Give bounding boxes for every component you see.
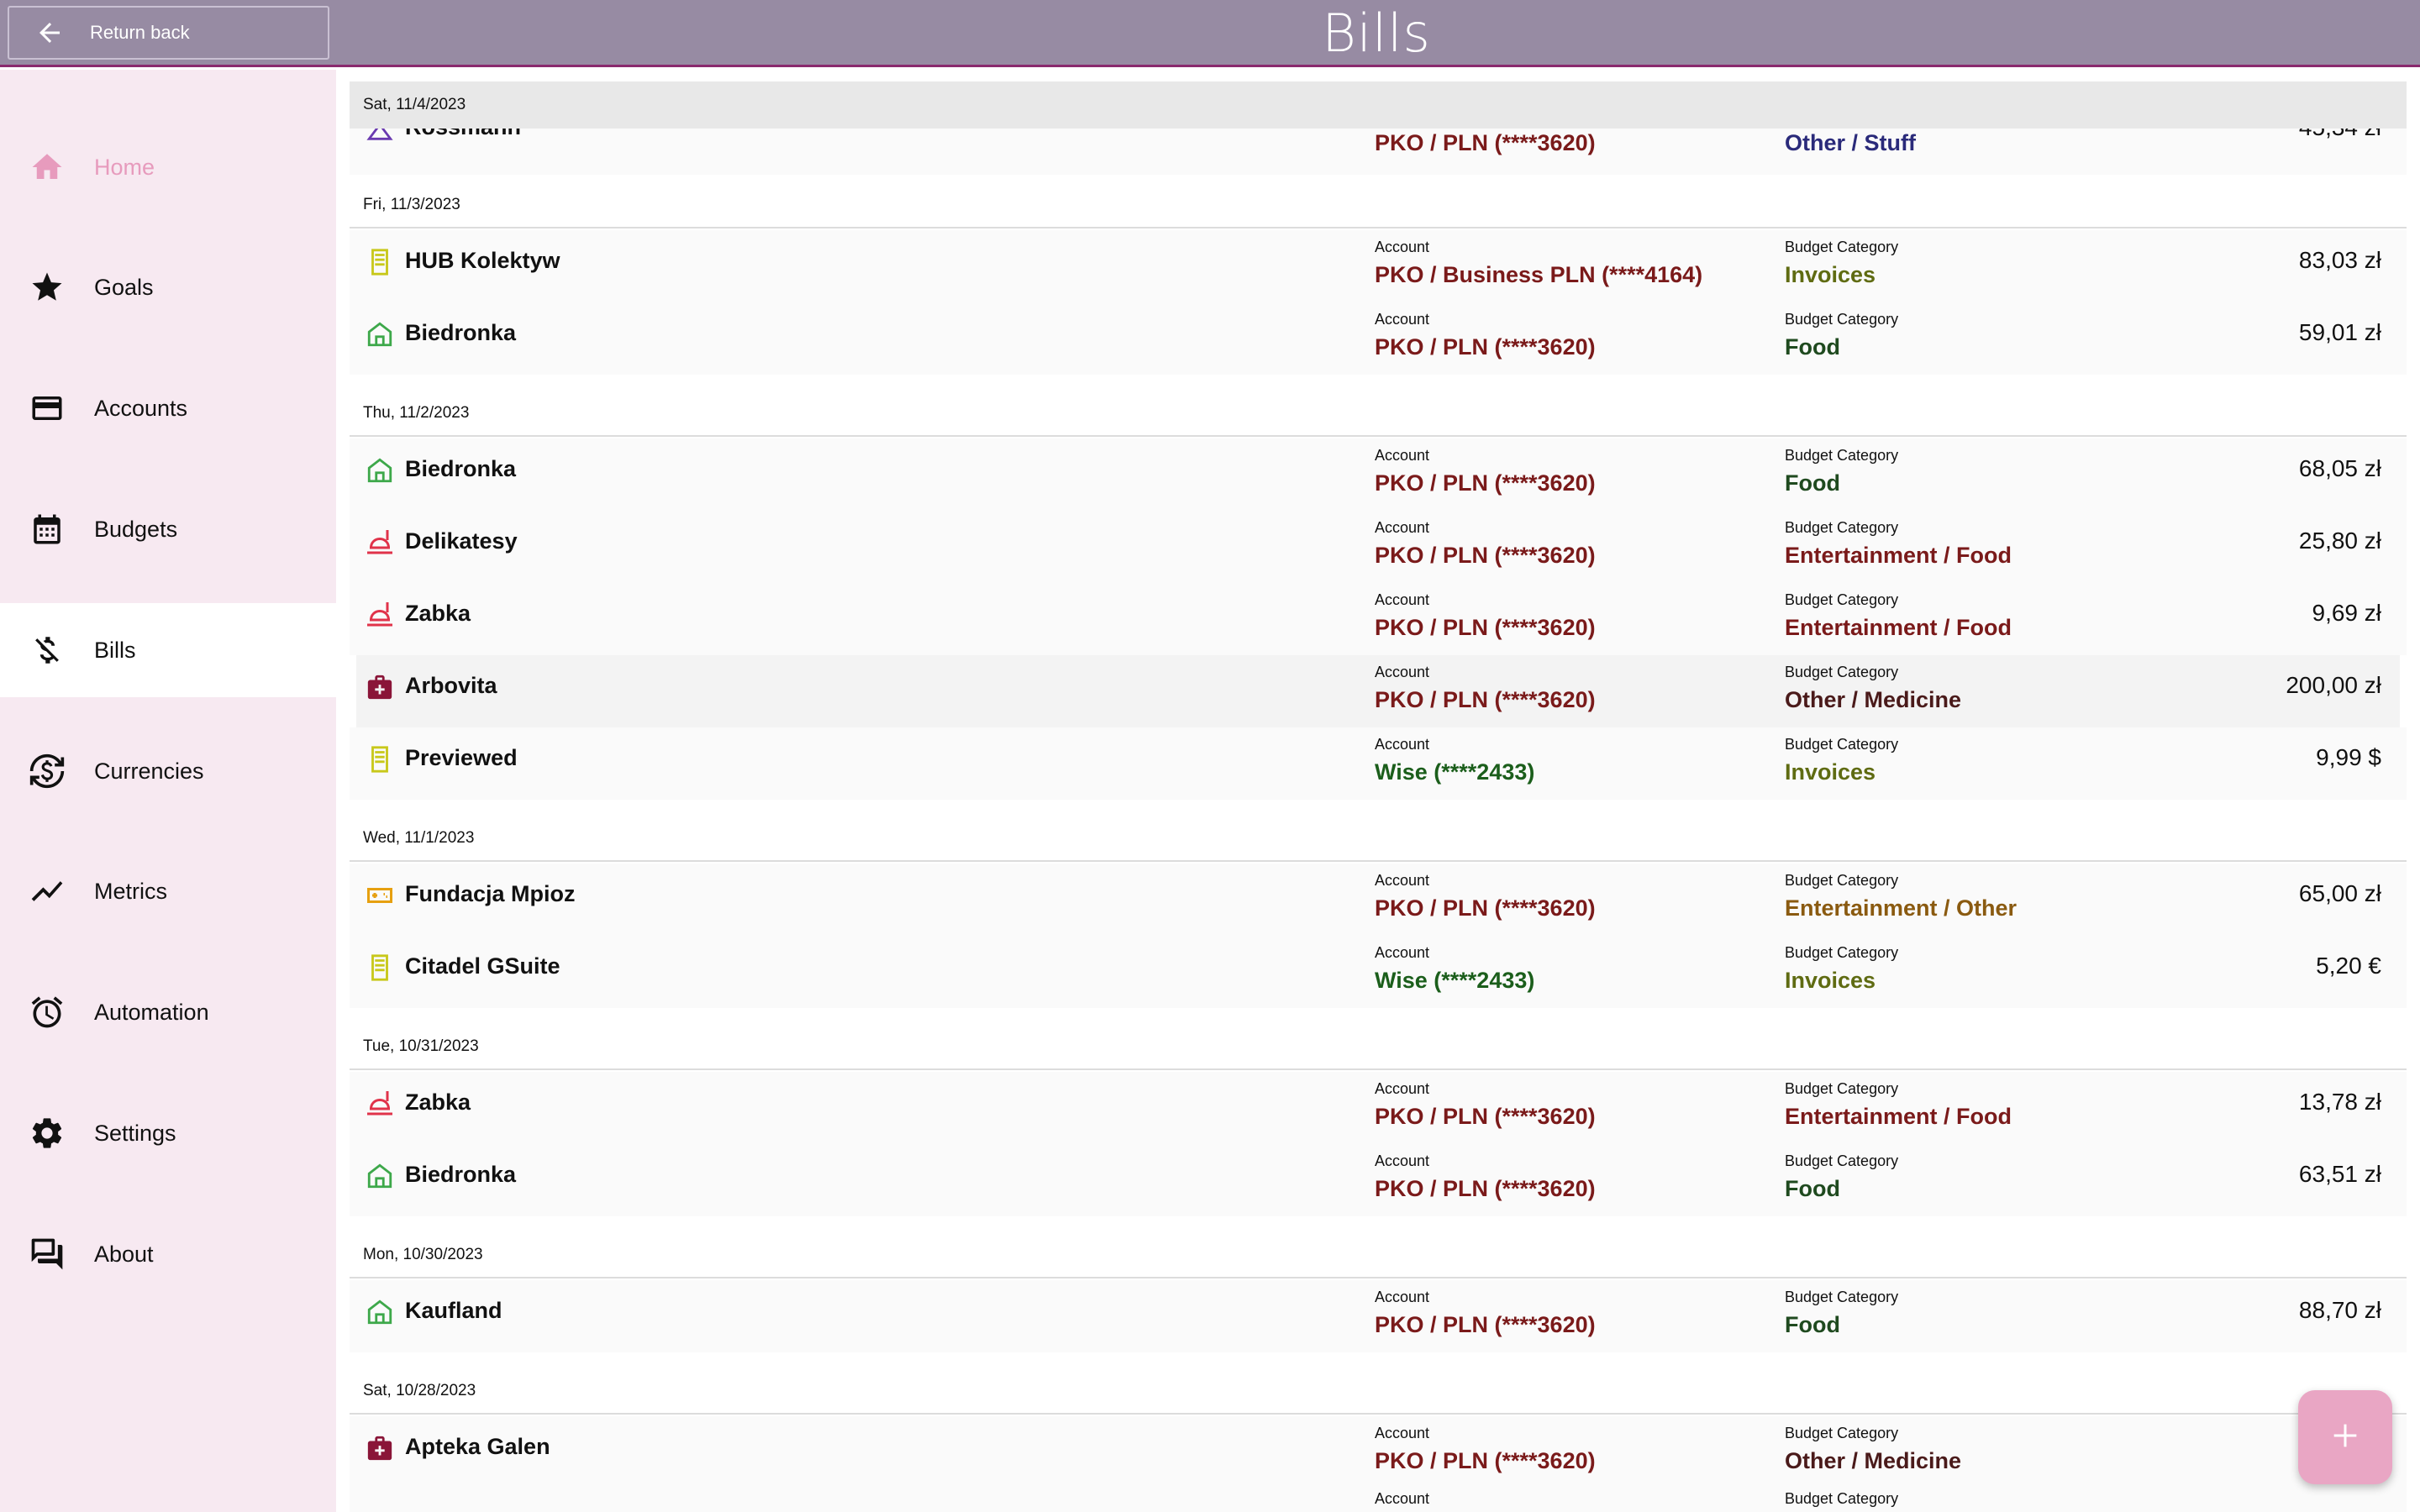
- sidebar-item-label: Home: [94, 154, 155, 180]
- forum-icon: [28, 1235, 66, 1273]
- sidebar-item-label: Currencies: [94, 758, 204, 784]
- sidebar: Home Goals Accounts Budgets Bills Curren…: [0, 70, 336, 1512]
- date-header: Sat, 10/28/2023: [350, 1368, 2407, 1415]
- date-header: Fri, 11/3/2023: [350, 181, 2407, 228]
- gamepad-icon: [365, 880, 395, 911]
- sidebar-item-budgets[interactable]: Budgets: [0, 482, 336, 576]
- sidebar-item-label: Budgets: [94, 516, 178, 542]
- list-item[interactable]: Biedronka Account PKO / PLN (****3620) B…: [350, 302, 2407, 375]
- sidebar-item-label: Accounts: [94, 395, 188, 421]
- sidebar-item-label: Bills: [94, 637, 136, 663]
- list-item[interactable]: Citadel GSuite Account Wise (****2433) B…: [350, 936, 2407, 1008]
- sidebar-item-metrics[interactable]: Metrics: [0, 844, 336, 938]
- list-item[interactable]: Kaufland Account PKO / PLN (****3620) Bu…: [350, 1280, 2407, 1352]
- date-header: Mon, 10/30/2023: [350, 1231, 2407, 1278]
- list-item[interactable]: HUB Kolektyw Account PKO / Business PLN …: [350, 230, 2407, 302]
- app-header: Return back Bills: [0, 0, 2420, 67]
- receipt-icon: [365, 247, 395, 277]
- list-item[interactable]: Fundacja Mpioz Account PKO / PLN (****36…: [350, 864, 2407, 936]
- medical-bag-icon: [365, 1433, 395, 1463]
- sidebar-item-goals[interactable]: Goals: [0, 240, 336, 334]
- star-icon: [28, 268, 66, 307]
- sidebar-item-label: Settings: [94, 1120, 176, 1146]
- sidebar-item-bills[interactable]: Bills: [0, 603, 336, 697]
- sidebar-item-currencies[interactable]: Currencies: [0, 724, 336, 818]
- date-header: Tue, 10/31/2023: [350, 1023, 2407, 1070]
- sidebar-item-label: Goals: [94, 274, 154, 300]
- credit-card-icon: [28, 389, 66, 428]
- list-item[interactable]: Delikatesy Account PKO / PLN (****3620) …: [350, 511, 2407, 583]
- currency-exchange-icon: [28, 752, 66, 790]
- store-icon: [365, 1161, 395, 1191]
- date-header: Wed, 11/1/2023: [350, 815, 2407, 862]
- store-icon: [365, 1297, 395, 1327]
- store-icon: [365, 455, 395, 486]
- add-bill-button[interactable]: [2298, 1390, 2392, 1484]
- alarm-icon: [28, 993, 66, 1032]
- bills-list: Rossmann PKO / PLN (****3620) Other / St…: [350, 70, 2407, 1512]
- gear-icon: [28, 1114, 66, 1152]
- receipt-icon: [365, 744, 395, 774]
- list-item[interactable]: Previewed Account Wise (****2433) Budget…: [350, 727, 2407, 800]
- home-icon: [28, 148, 66, 186]
- sidebar-item-home[interactable]: Home: [0, 120, 336, 214]
- sticky-date-header: Sat, 11/4/2023: [350, 81, 2407, 129]
- list-item[interactable]: Apteka Galen Account PKO / PLN (****3620…: [350, 1416, 2407, 1488]
- restaurant-icon: [365, 1089, 395, 1119]
- sidebar-item-label: Automation: [94, 999, 209, 1025]
- list-item[interactable]: Account Budget Category: [350, 1488, 2407, 1512]
- store-icon: [365, 319, 395, 349]
- calendar-icon: [28, 510, 66, 549]
- sidebar-item-settings[interactable]: Settings: [0, 1086, 336, 1180]
- medical-bag-icon: [365, 672, 395, 702]
- sidebar-item-automation[interactable]: Automation: [0, 965, 336, 1059]
- sidebar-item-about[interactable]: About: [0, 1207, 336, 1301]
- list-item[interactable]: Arbovita Account PKO / PLN (****3620) Bu…: [356, 655, 2400, 727]
- list-item[interactable]: Biedronka Account PKO / PLN (****3620) B…: [350, 438, 2407, 511]
- sidebar-item-label: Metrics: [94, 878, 167, 904]
- plus-icon: [2328, 1419, 2362, 1457]
- sidebar-item-accounts[interactable]: Accounts: [0, 361, 336, 455]
- sidebar-item-label: About: [94, 1241, 154, 1267]
- trending-icon: [28, 872, 66, 911]
- list-item[interactable]: Zabka Account PKO / PLN (****3620) Budge…: [350, 1072, 2407, 1144]
- page-title: Bills: [1322, 3, 1431, 64]
- date-header: Thu, 11/2/2023: [350, 390, 2407, 437]
- restaurant-icon: [365, 600, 395, 630]
- dollar-off-icon: [28, 631, 66, 669]
- restaurant-icon: [365, 528, 395, 558]
- list-item[interactable]: Biedronka Account PKO / PLN (****3620) B…: [350, 1144, 2407, 1216]
- receipt-icon: [365, 953, 395, 983]
- list-item[interactable]: Zabka Account PKO / PLN (****3620) Budge…: [350, 583, 2407, 655]
